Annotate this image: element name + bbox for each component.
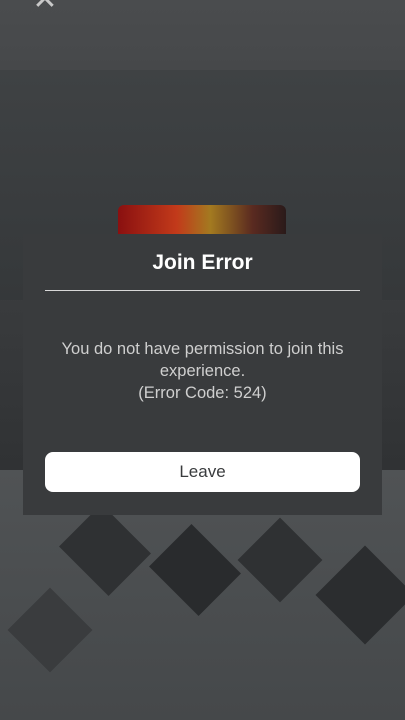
close-icon[interactable]: ✕: [28, 0, 62, 15]
leave-button[interactable]: Leave: [45, 452, 360, 492]
error-message-line: experience.: [159, 362, 246, 380]
error-message: You do not have permission to join this …: [43, 338, 362, 404]
error-code: (Error Code: 524): [138, 384, 267, 402]
title-divider: [45, 290, 360, 291]
error-message-line: You do not have permission to join this: [61, 340, 344, 358]
join-error-dialog: Join Error You do not have permission to…: [23, 234, 382, 515]
dialog-title: Join Error: [152, 251, 253, 274]
